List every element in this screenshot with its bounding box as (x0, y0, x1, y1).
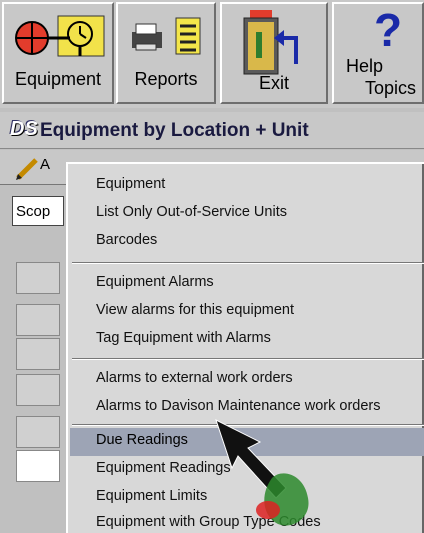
window-titlebar: DS Equipment by Location + Unit (0, 112, 424, 149)
help-topics-button[interactable]: ? Help Topics (332, 2, 424, 104)
exit-label: Exit (258, 73, 289, 93)
help-label-line1: Help (346, 56, 384, 76)
menu-separator (72, 358, 424, 360)
grid-column-header[interactable]: Scop (12, 196, 64, 226)
grid-row[interactable] (16, 338, 60, 370)
menu-item-equipment-limits[interactable]: Equipment Limits (96, 488, 207, 504)
svg-text:?: ? (374, 6, 402, 56)
sub-toolbar-label[interactable]: A (40, 156, 50, 173)
ds-logo: DS (10, 118, 38, 140)
menu-item-out-of-service[interactable]: List Only Out-of-Service Units (96, 204, 287, 220)
menu-item-equipment[interactable]: Equipment (96, 176, 165, 192)
grid-row[interactable] (16, 262, 60, 294)
menu-item-view-alarms[interactable]: View alarms for this equipment (96, 302, 294, 318)
grid-row[interactable] (16, 450, 60, 482)
equipment-label: Equipment (14, 69, 102, 89)
menu-item-equipment-alarms[interactable]: Equipment Alarms (96, 274, 214, 290)
menu-separator (72, 262, 424, 264)
equipment-button[interactable]: Equipment (2, 2, 114, 104)
exit-door-icon (243, 10, 298, 75)
toolbar: Equipment Reports Exit ? Help Topics (0, 0, 424, 108)
help-label-line2: Topics (364, 78, 416, 98)
equipment-icon (15, 15, 105, 57)
question-mark-icon: ? (374, 6, 402, 56)
menu-item-tag-alarms[interactable]: Tag Equipment with Alarms (96, 330, 271, 346)
pointer-cursor-icon (215, 419, 309, 526)
grid-row[interactable] (16, 374, 60, 406)
menu-item-due-readings[interactable]: Due Readings (96, 432, 188, 448)
reports-button[interactable]: Reports (116, 2, 216, 104)
grid-row[interactable] (16, 304, 60, 336)
menu-item-alarms-davison[interactable]: Alarms to Davison Maintenance work order… (96, 398, 380, 414)
printer-icon (132, 17, 201, 55)
menu-item-alarms-external[interactable]: Alarms to external work orders (96, 370, 293, 386)
grid-row[interactable] (16, 416, 60, 448)
menu-item-equipment-readings[interactable]: Equipment Readings (96, 460, 231, 476)
reports-label: Reports (134, 69, 198, 89)
menu-item-barcodes[interactable]: Barcodes (96, 232, 157, 248)
window-title: Equipment by Location + Unit (40, 120, 309, 141)
exit-button[interactable]: Exit (220, 2, 328, 104)
